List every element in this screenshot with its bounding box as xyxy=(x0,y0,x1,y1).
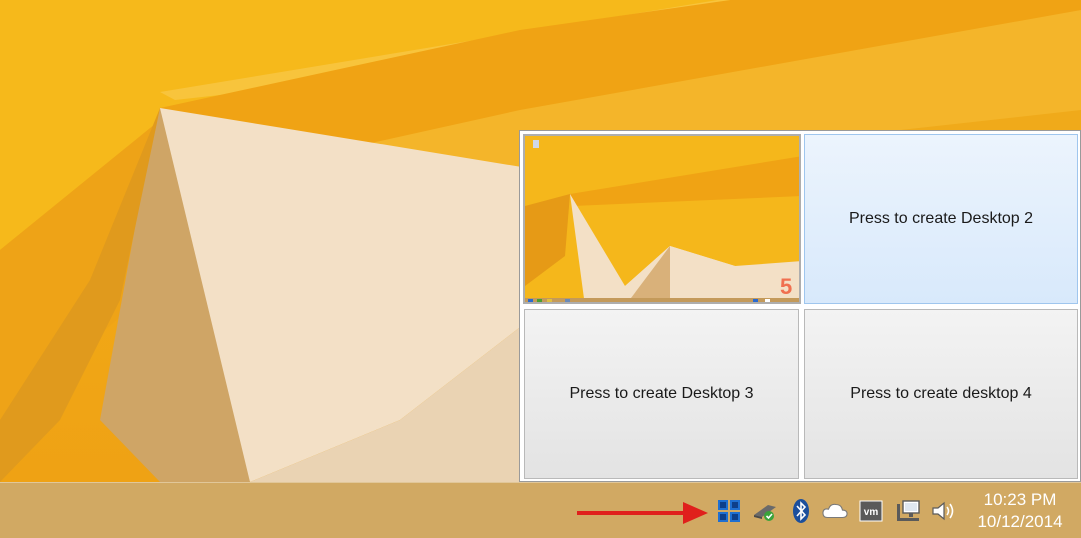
volume-icon[interactable] xyxy=(930,498,956,524)
virtual-desktop-switcher: 5 Press to create Desktop 2 Press to cre… xyxy=(519,130,1081,482)
usb-safely-remove-icon[interactable] xyxy=(752,498,778,524)
create-desktop-2-button[interactable]: Press to create Desktop 2 xyxy=(804,134,1078,304)
svg-text:vm: vm xyxy=(864,507,879,518)
vmware-icon[interactable]: vm xyxy=(858,498,884,524)
clock-date: 10/12/2014 xyxy=(977,512,1063,531)
virtual-desktops-icon[interactable] xyxy=(716,498,742,524)
create-desktop-4-label: Press to create desktop 4 xyxy=(850,385,1032,402)
create-desktop-3-button[interactable]: Press to create Desktop 3 xyxy=(524,309,799,479)
bluetooth-icon[interactable] xyxy=(788,498,814,524)
network-icon[interactable] xyxy=(895,498,921,524)
desktop-1-preview: 5 xyxy=(525,136,799,302)
taskbar: vm 10:23 PM 10/12/2014 xyxy=(0,482,1081,538)
create-desktop-2-label: Press to create Desktop 2 xyxy=(848,210,1034,227)
create-desktop-4-button[interactable]: Press to create desktop 4 xyxy=(804,309,1078,479)
clock-time: 10:23 PM xyxy=(983,490,1057,509)
desktop-1-thumbnail[interactable]: 5 xyxy=(523,134,801,304)
desktop-number-badge: 5 xyxy=(780,274,792,299)
create-desktop-3-label: Press to create Desktop 3 xyxy=(569,385,754,402)
annotation-arrow xyxy=(577,502,708,524)
clock[interactable]: 10:23 PM 10/12/2014 xyxy=(965,489,1075,533)
onedrive-cloud-icon[interactable] xyxy=(822,498,848,524)
